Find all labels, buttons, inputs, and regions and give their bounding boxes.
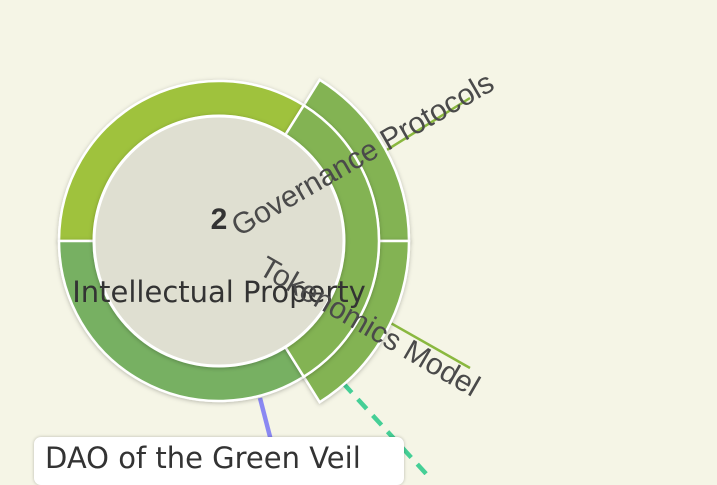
sunburst-graph: 2 Intellectual Property Governance Proto…: [57, 66, 500, 480]
center-count: 2: [211, 203, 228, 236]
graph-stage: 2 Intellectual Property Governance Proto…: [0, 0, 717, 485]
core-circle[interactable]: [92, 114, 346, 368]
dao-node-label[interactable]: DAO of the Green Veil: [34, 437, 404, 485]
